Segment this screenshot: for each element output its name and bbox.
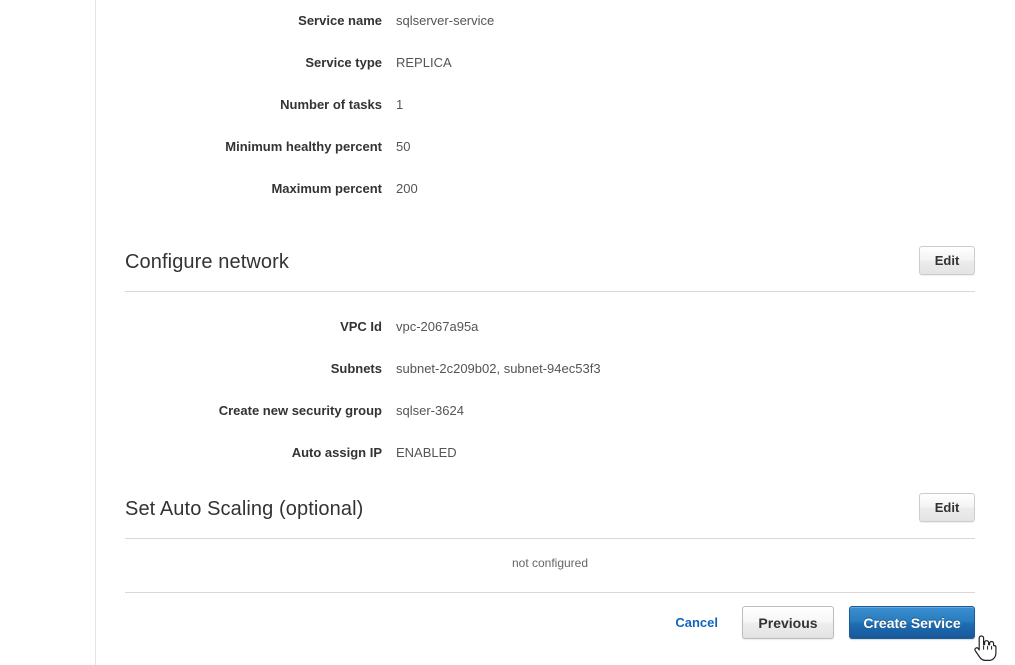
edit-auto-scaling-button[interactable]: Edit <box>919 493 975 522</box>
network-label: Create new security group <box>218 403 382 418</box>
summary-value: 200 <box>396 181 418 196</box>
network-value: vpc-2067a95a <box>396 319 479 334</box>
configure-network-section: Configure network Edit VPC Id vpc-2067a9… <box>96 245 1015 474</box>
summary-row-maximum-percent: Maximum percent 200 <box>96 168 1015 210</box>
summary-value: 50 <box>396 139 411 154</box>
summary-value: sqlserver-service <box>396 13 495 28</box>
summary-row-service-type: Service type REPLICA <box>96 42 1015 84</box>
footer-divider <box>125 592 975 593</box>
network-row-security-group: Create new security group sqlser-3624 <box>96 390 1015 432</box>
network-row-auto-assign-ip: Auto assign IP ENABLED <box>96 432 1015 474</box>
summary-value: 1 <box>396 97 404 112</box>
network-value: ENABLED <box>396 445 457 460</box>
auto-scaling-body: not configured <box>96 539 1015 573</box>
auto-scaling-section: Set Auto Scaling (optional) Edit not con… <box>96 492 1015 573</box>
network-label: VPC Id <box>340 319 382 334</box>
network-label: Subnets <box>330 361 382 376</box>
section-title: Configure network <box>125 251 290 273</box>
network-value: sqlser-3624 <box>396 403 464 418</box>
wizard-footer: Cancel Previous Create Service <box>96 606 975 639</box>
summary-row-number-of-tasks: Number of tasks 1 <box>96 84 1015 126</box>
auto-scaling-header: Set Auto Scaling (optional) Edit <box>96 492 1015 538</box>
summary-label: Service type <box>305 55 382 70</box>
configure-network-body: VPC Id vpc-2067a95a Subnets subnet-2c209… <box>96 292 1015 474</box>
summary-label: Minimum healthy percent <box>225 139 382 154</box>
cancel-link[interactable]: Cancel <box>675 607 718 639</box>
section-divider <box>125 291 975 292</box>
summary-label: Service name <box>298 13 382 28</box>
previous-button[interactable]: Previous <box>742 606 834 639</box>
summary-label: Maximum percent <box>271 181 382 196</box>
network-label: Auto assign IP <box>291 445 382 460</box>
create-service-review-page: Service name sqlserver-service Service t… <box>0 0 1015 665</box>
network-row-vpc-id: VPC Id vpc-2067a95a <box>96 306 1015 348</box>
summary-row-service-name: Service name sqlserver-service <box>96 0 1015 42</box>
summary-value: REPLICA <box>396 55 452 70</box>
summary-label: Number of tasks <box>280 97 382 112</box>
summary-row-minimum-healthy-percent: Minimum healthy percent 50 <box>96 126 1015 168</box>
section-title: Set Auto Scaling (optional) <box>125 498 364 520</box>
configure-network-header: Configure network Edit <box>96 245 1015 291</box>
edit-network-button[interactable]: Edit <box>919 246 975 275</box>
network-value: subnet-2c209b02, subnet-94ec53f3 <box>396 361 601 376</box>
network-row-subnets: Subnets subnet-2c209b02, subnet-94ec53f3 <box>96 348 1015 390</box>
create-service-button[interactable]: Create Service <box>849 606 975 639</box>
section-divider <box>125 538 975 539</box>
service-summary-rows: Service name sqlserver-service Service t… <box>96 0 1015 210</box>
auto-scaling-status: not configured <box>511 556 589 570</box>
wizard-content: Service name sqlserver-service Service t… <box>96 0 1015 665</box>
